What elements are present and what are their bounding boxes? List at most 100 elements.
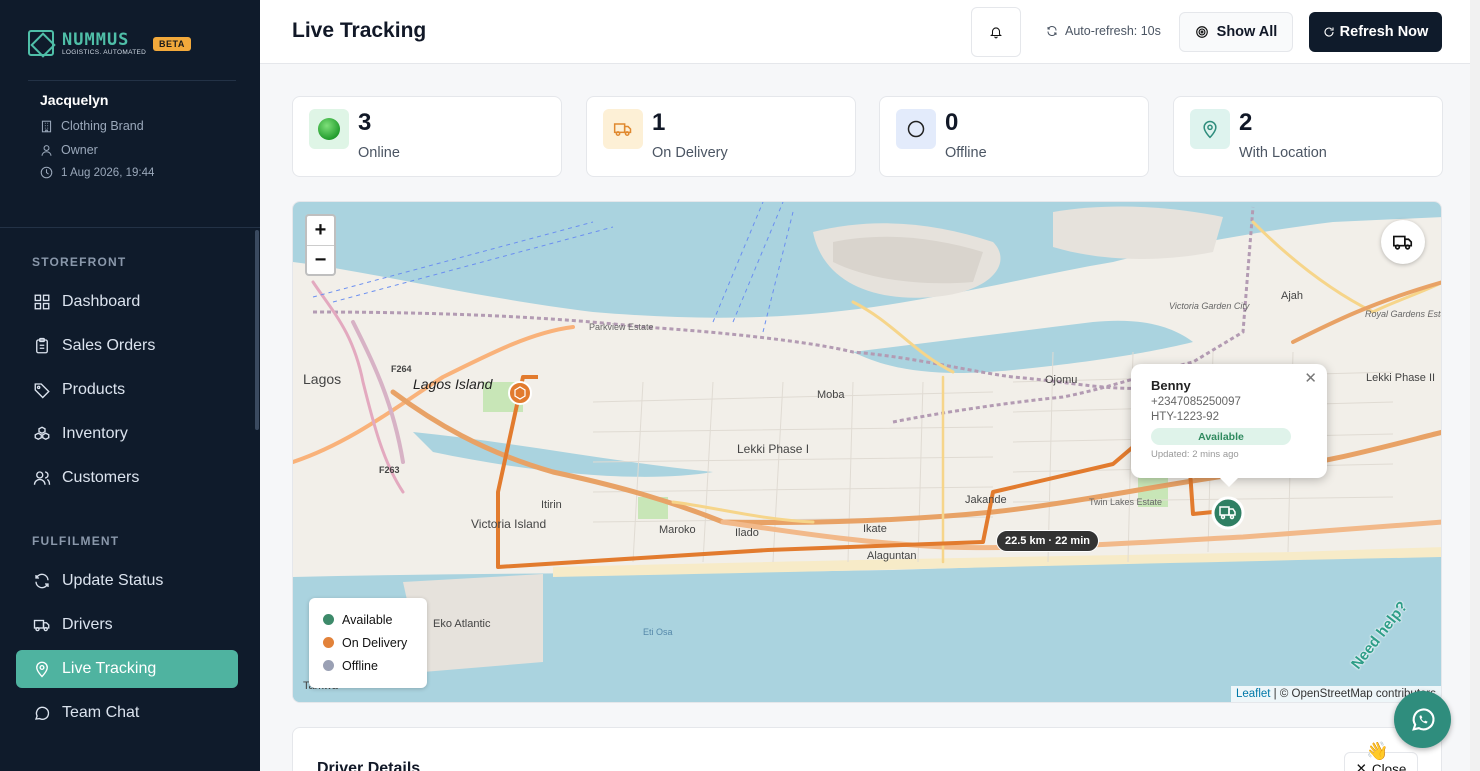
sidebar-item-customers[interactable]: Customers — [16, 459, 238, 497]
svg-text:Royal Gardens Estate, Ajah, Le: Royal Gardens Estate, Ajah, Lekki, Lagos… — [1365, 309, 1442, 319]
popup-plate: HTY-1223-92 — [1151, 411, 1219, 423]
svg-text:Victoria Garden City: Victoria Garden City — [1169, 301, 1250, 311]
svg-text:Alaguntan: Alaguntan — [867, 550, 917, 562]
route-distance-label: 22.5 km · 22 min — [996, 530, 1099, 552]
stat-label: Offline — [945, 145, 987, 161]
legend-item-offline: Offline — [323, 654, 413, 677]
svg-text:Lekki Phase II: Lekki Phase II — [1366, 372, 1435, 384]
clipboard-icon — [36, 337, 48, 354]
sidebar-item-sales-orders[interactable]: Sales Orders — [16, 327, 238, 365]
svg-text:Lagos Island: Lagos Island — [413, 376, 494, 392]
users-icon — [33, 471, 51, 485]
svg-text:Parkview Estate: Parkview Estate — [589, 322, 654, 332]
stat-card-on-delivery: 1 On Delivery — [586, 96, 856, 177]
live-map[interactable]: Lagos Lagos Island Parkview Estate Moba … — [292, 201, 1442, 703]
legend-label: On Delivery — [342, 635, 408, 650]
divider — [0, 227, 260, 228]
online-icon — [309, 109, 349, 149]
driver-popup: ✕ Benny +2347085250097 HTY-1223-92 Avail… — [1131, 364, 1327, 487]
refresh-now-button[interactable]: Refresh Now — [1309, 12, 1442, 52]
stat-card-with-location: 2 With Location — [1173, 96, 1443, 177]
legend-dot — [323, 660, 334, 671]
sidebar-item-label: Customers — [62, 469, 140, 486]
page-scrollbar[interactable] — [1470, 0, 1480, 771]
stat-card-offline: 0 Offline — [879, 96, 1149, 177]
sidebar-item-live-tracking[interactable]: Live Tracking — [16, 650, 238, 688]
stat-label: With Location — [1239, 145, 1327, 161]
close-icon: ✕ — [1355, 761, 1367, 771]
svg-text:Eti Osa: Eti Osa — [643, 627, 673, 637]
nav-section-fulfilment: FULFILMENT — [32, 534, 120, 548]
svg-text:Ajah: Ajah — [1281, 290, 1303, 302]
grid-icon — [34, 294, 50, 310]
close-label: Close — [1371, 761, 1407, 771]
show-all-button[interactable]: Show All — [1179, 12, 1293, 52]
legend-dot — [323, 637, 334, 648]
map-label-lagos: Lagos — [303, 371, 341, 387]
divider — [28, 80, 236, 81]
refresh-now-label: Refresh Now — [1339, 24, 1429, 40]
stat-value: 3 — [358, 109, 372, 136]
popup-updated: Updated: 2 mins ago — [1151, 449, 1239, 460]
map-legend: Available On Delivery Offline — [309, 598, 427, 688]
truck-icon — [1393, 235, 1413, 250]
sidebar-item-dashboard[interactable]: Dashboard — [16, 283, 238, 321]
building-icon — [41, 120, 52, 132]
sidebar-item-label: Products — [62, 381, 126, 398]
driver-details-title: Driver Details — [317, 760, 421, 771]
user-datetime-text: 1 Aug 2026, 19:44 — [61, 166, 155, 179]
svg-text:Victoria Island: Victoria Island — [471, 517, 546, 531]
svg-text:Jakande: Jakande — [965, 494, 1007, 506]
svg-text:Moba: Moba — [817, 389, 845, 401]
nav-section-storefront: STOREFRONT — [32, 255, 127, 269]
legend-label: Available — [342, 612, 393, 627]
sidebar-item-label: Update Status — [62, 572, 164, 589]
delivery-marker[interactable] — [508, 381, 532, 405]
legend-item-available: Available — [323, 608, 413, 631]
driver-marker[interactable] — [1211, 496, 1245, 530]
zoom-out-button[interactable]: − — [307, 245, 334, 274]
tag-icon — [34, 383, 50, 399]
whatsapp-chat-button[interactable] — [1394, 691, 1451, 748]
sidebar-item-label: Inventory — [62, 425, 128, 442]
zoom-in-button[interactable]: + — [307, 216, 334, 245]
fleet-view-button[interactable] — [1381, 220, 1425, 264]
truck-icon — [603, 109, 643, 149]
sidebar-item-label: Team Chat — [62, 704, 140, 721]
sidebar-scrollbar[interactable] — [255, 230, 259, 430]
sidebar-item-update-status[interactable]: Update Status — [16, 562, 238, 600]
pin-icon — [1190, 109, 1230, 149]
top-bar: Live Tracking Auto-refresh: 10s Show All… — [260, 0, 1480, 64]
wave-icon: 👋 — [1366, 741, 1389, 761]
beta-badge: BETA — [153, 37, 191, 51]
status-badge: Available — [1151, 428, 1291, 445]
notifications-button[interactable] — [971, 7, 1021, 57]
leaflet-link[interactable]: Leaflet — [1236, 688, 1271, 700]
sidebar-item-inventory[interactable]: Inventory — [16, 415, 238, 453]
brand-logo[interactable]: NUMMUS LOGISTICS. AUTOMATED — [28, 30, 146, 56]
popup-close-icon[interactable]: ✕ — [1304, 369, 1317, 387]
svg-text:Lekki Phase I: Lekki Phase I — [737, 442, 809, 456]
pin-icon — [36, 661, 48, 678]
refresh-icon — [35, 573, 49, 589]
sidebar-item-team-chat[interactable]: Team Chat — [16, 694, 238, 732]
svg-text:Ikate: Ikate — [863, 523, 887, 535]
svg-text:Twin Lakes Estate: Twin Lakes Estate — [1089, 497, 1162, 507]
sidebar-item-products[interactable]: Products — [16, 371, 238, 409]
zoom-control: + − — [305, 214, 336, 276]
sidebar-item-label: Dashboard — [62, 293, 141, 310]
show-all-label: Show All — [1216, 24, 1278, 40]
svg-text:Maroko: Maroko — [659, 524, 696, 536]
brand-tagline: LOGISTICS. AUTOMATED — [62, 49, 147, 56]
svg-text:Ojomu: Ojomu — [1045, 374, 1077, 386]
sidebar-item-drivers[interactable]: Drivers — [16, 606, 238, 644]
sidebar-item-label: Sales Orders — [62, 337, 156, 354]
stat-value: 1 — [652, 109, 666, 136]
refresh-icon — [1047, 26, 1057, 36]
legend-dot — [323, 614, 334, 625]
stat-label: Online — [358, 145, 400, 161]
svg-text:Itirin: Itirin — [541, 499, 562, 511]
svg-text:F264: F264 — [391, 364, 412, 374]
brand-name: NUMMUS — [62, 30, 130, 50]
user-role: Owner — [40, 143, 98, 157]
